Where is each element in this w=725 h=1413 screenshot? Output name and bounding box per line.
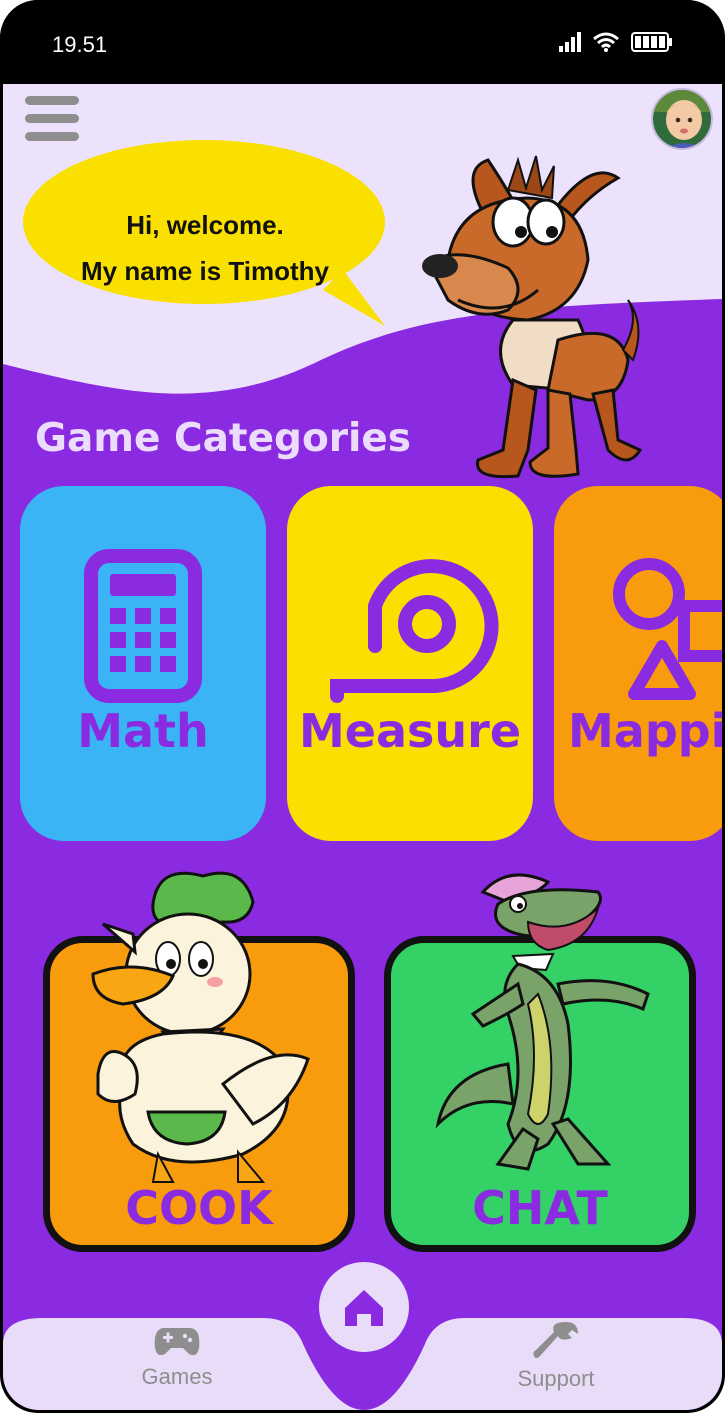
nav-support[interactable]: Support xyxy=(476,1320,636,1392)
greeting-line-2: My name is Timothy xyxy=(80,256,330,286)
greeting-line-1: Hi, welcome. xyxy=(126,210,284,240)
activity-label-cook: COOK xyxy=(125,1181,273,1235)
wrench-icon xyxy=(533,1322,578,1358)
status-bar: 19.51 xyxy=(0,0,725,84)
category-label-measure: Measure xyxy=(298,704,522,758)
avatar[interactable] xyxy=(651,88,713,150)
tape-measure-icon xyxy=(330,559,499,703)
category-card-measure[interactable]: Measure xyxy=(287,486,533,841)
calculator-icon xyxy=(84,549,202,703)
nav-home-label: Home xyxy=(334,1364,394,1389)
nav-games-label: Games xyxy=(141,1364,213,1389)
category-label-mapping: Mappi xyxy=(568,704,722,758)
home-button[interactable] xyxy=(319,1262,409,1352)
crocodile-mascot xyxy=(435,873,650,1171)
activity-label-chat: CHAT xyxy=(472,1181,608,1235)
signal-icon xyxy=(559,32,581,52)
status-time: 19.51 xyxy=(52,32,108,57)
dog-mascot xyxy=(422,155,643,479)
app-screen: Hi, welcome. My name is Timothy Game Cat… xyxy=(3,84,722,1410)
category-label-math: Math xyxy=(77,704,209,758)
shapes-icon xyxy=(613,558,722,700)
menu-button[interactable] xyxy=(25,96,79,142)
home-icon xyxy=(345,1290,383,1326)
nav-games[interactable]: Games xyxy=(97,1324,257,1390)
nav-support-label: Support xyxy=(517,1366,595,1391)
nav-home[interactable]: Home xyxy=(284,1364,444,1390)
section-title: Game Categories xyxy=(35,416,412,461)
greeting-text: Hi, welcome. My name is Timothy xyxy=(25,202,385,294)
phone-frame: 19.51 Hi, welcome. My name is Timothy Ga… xyxy=(0,0,725,1413)
gamepad-icon xyxy=(154,1328,200,1356)
status-icons xyxy=(559,32,673,52)
menu-bar xyxy=(25,114,79,123)
menu-bar xyxy=(25,96,79,105)
battery-icon xyxy=(631,32,672,52)
category-card-mapping[interactable]: Mappi xyxy=(554,486,722,841)
wifi-icon xyxy=(593,32,619,52)
duck-chef-mascot xyxy=(91,871,310,1183)
category-card-math[interactable]: Math xyxy=(20,486,266,841)
